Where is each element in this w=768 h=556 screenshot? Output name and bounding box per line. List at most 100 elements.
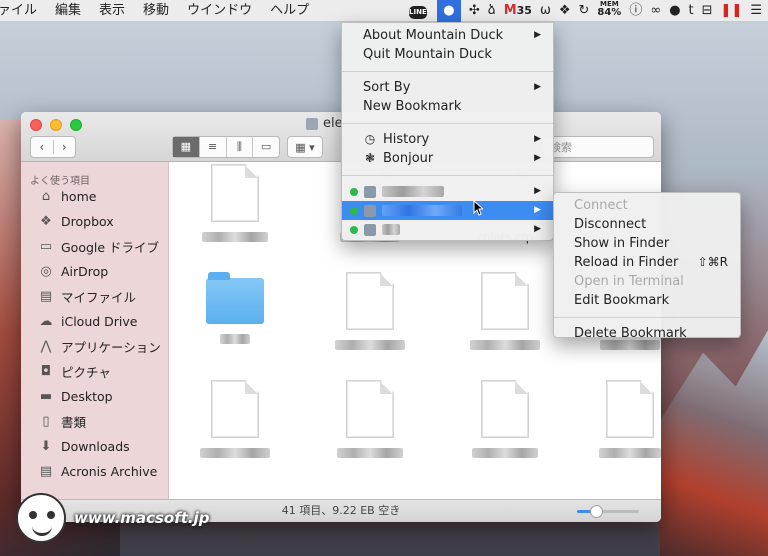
record-icon[interactable]: ●: [669, 0, 680, 22]
train-icon[interactable]: ⊟: [702, 0, 713, 22]
menu-item-delete-bookmark[interactable]: Delete Bookmark: [554, 324, 740, 343]
slider-knob[interactable]: [589, 505, 603, 518]
sidebar-item-label: Downloads: [61, 439, 130, 454]
menu-item-reload-in-finder[interactable]: Reload in Finder ⇧⌘R: [554, 253, 740, 272]
menu-item-label: Edit Bookmark: [574, 293, 670, 308]
icon-size-slider[interactable]: [577, 505, 639, 518]
menu-view[interactable]: 表示: [90, 0, 134, 22]
pinwheel-icon[interactable]: ✣: [469, 0, 480, 22]
mountain-duck-icon[interactable]: ●: [436, 0, 461, 22]
redacted-filename: [335, 340, 405, 350]
menu-item-label: History: [383, 132, 430, 147]
file-item[interactable]: [335, 272, 405, 350]
arrange-button[interactable]: ▦ ▾: [287, 136, 323, 158]
zoom-button[interactable]: [70, 119, 82, 131]
close-button[interactable]: [30, 119, 42, 131]
icon-view-button[interactable]: ▦: [173, 137, 200, 157]
menu-item-new-bookmark[interactable]: New Bookmark: [342, 97, 553, 116]
menu-item-label: Quit Mountain Duck: [363, 47, 492, 62]
sidebar-item-applications[interactable]: ⋀ アプリケーション: [21, 334, 168, 359]
sidebar-item-pictures[interactable]: ◘ ピクチャ: [21, 359, 168, 384]
menu-item-label: Reload in Finder: [574, 255, 679, 270]
menu-go[interactable]: 移動: [134, 0, 178, 22]
memory-value: 84%: [597, 7, 622, 18]
omega-icon[interactable]: ω: [540, 0, 551, 22]
sidebar-item-icloud[interactable]: ☁ iCloud Drive: [21, 309, 168, 334]
mouse-cursor-icon: [473, 200, 483, 216]
pause-icon[interactable]: ❚❚: [721, 0, 743, 22]
menu-item-label: Disconnect: [574, 217, 647, 232]
folder-icon: ▭: [39, 239, 53, 254]
sidebar-item-airdrop[interactable]: ◎ AirDrop: [21, 259, 168, 284]
document-icon: [481, 272, 529, 330]
acrobat-icon[interactable]: ձ: [488, 0, 496, 22]
menu-item-show-in-finder[interactable]: Show in Finder: [554, 234, 740, 253]
line-icon[interactable]: LINE: [407, 0, 429, 22]
dropbox-menu-icon[interactable]: ❖: [559, 0, 571, 22]
file-item[interactable]: [470, 272, 540, 350]
sidebar-item-label: Acronis Archive: [61, 464, 158, 479]
desktop-wallpaper-right: [660, 330, 768, 556]
folder-item[interactable]: [200, 272, 270, 344]
volume-icon: [306, 117, 318, 130]
column-view-button[interactable]: ⫼: [227, 137, 254, 157]
list-view-button[interactable]: ≡: [200, 137, 227, 157]
list-icon[interactable]: ☰: [750, 0, 762, 22]
gmail-icon[interactable]: M35: [504, 0, 532, 22]
menu-item-bonjour[interactable]: ❃ Bonjour ▶: [342, 149, 553, 168]
sidebar-item-label: home: [61, 189, 97, 204]
redacted-filename: [220, 334, 250, 344]
sidebar-item-downloads[interactable]: ⬇ Downloads: [21, 434, 168, 459]
bookmark-item[interactable]: ▶: [342, 220, 553, 239]
cloud-icon: ☁: [39, 314, 53, 329]
menu-item-about[interactable]: About Mountain Duck ▶: [342, 26, 553, 45]
document-icon: [211, 164, 259, 222]
bookmark-item[interactable]: ▶: [342, 182, 553, 201]
back-button[interactable]: ‹: [31, 140, 54, 154]
minimize-button[interactable]: [50, 119, 62, 131]
sidebar-item-acronis[interactable]: ▤ Acronis Archive: [21, 459, 168, 484]
file-item[interactable]: [595, 380, 661, 458]
sidebar-item-documents[interactable]: ▯ 書類: [21, 409, 168, 434]
submenu-arrow-icon: ▶: [534, 134, 541, 144]
menu-item-quit[interactable]: Quit Mountain Duck: [342, 45, 553, 64]
sidebar-item-dropbox[interactable]: ❖ Dropbox: [21, 209, 168, 234]
keyboard-shortcut: ⇧⌘R: [697, 255, 728, 269]
sync-icon[interactable]: ↻: [578, 0, 589, 22]
menu-file[interactable]: ァイル: [0, 0, 46, 22]
sidebar-item-desktop[interactable]: ▬ Desktop: [21, 384, 168, 409]
menu-item-label: Sort By: [363, 80, 411, 95]
creative-cloud-icon[interactable]: ∞: [650, 0, 661, 22]
menu-item-sort-by[interactable]: Sort By ▶: [342, 78, 553, 97]
menu-edit[interactable]: 編集: [46, 0, 90, 22]
memory-meter[interactable]: MEM 84%: [597, 0, 621, 22]
tumblr-icon[interactable]: t: [689, 0, 694, 22]
info-icon[interactable]: ⓘ: [629, 0, 642, 22]
sidebar-item-all-files[interactable]: ▤ マイファイル: [21, 284, 168, 309]
file-item[interactable]: [200, 380, 270, 458]
sidebar-item-home[interactable]: ⌂ home: [21, 184, 168, 209]
menu-help[interactable]: ヘルプ: [261, 0, 318, 22]
server-icon: [364, 185, 376, 198]
bookmark-item-selected[interactable]: ▶: [342, 201, 553, 220]
search-field[interactable]: 検索: [541, 136, 654, 158]
sidebar-item-label: Desktop: [61, 389, 113, 404]
sidebar-item-label: ピクチャ: [61, 365, 111, 380]
watermark-text: www.macsoft.jp: [74, 509, 210, 527]
file-item[interactable]: [200, 164, 270, 242]
menu-item-edit-bookmark[interactable]: Edit Bookmark: [554, 291, 740, 310]
menu-item-label: Connect: [574, 198, 628, 213]
file-item[interactable]: [335, 380, 405, 458]
menu-item-history[interactable]: ◷ History ▶: [342, 130, 553, 149]
menu-item-connect: Connect: [554, 196, 740, 215]
submenu-arrow-icon: ▶: [534, 224, 541, 234]
submenu-arrow-icon: ▶: [534, 153, 541, 163]
file-item[interactable]: [470, 380, 540, 458]
menu-item-label: Open in Terminal: [574, 274, 684, 289]
view-mode-group: ▦ ≡ ⫼ ▭: [172, 136, 280, 158]
menu-item-disconnect[interactable]: Disconnect: [554, 215, 740, 234]
sidebar-item-google-drive[interactable]: ▭ Google ドライブ: [21, 234, 168, 259]
cover-flow-button[interactable]: ▭: [253, 137, 279, 157]
menu-window[interactable]: ウインドウ: [178, 0, 261, 22]
forward-button[interactable]: ›: [54, 140, 76, 154]
